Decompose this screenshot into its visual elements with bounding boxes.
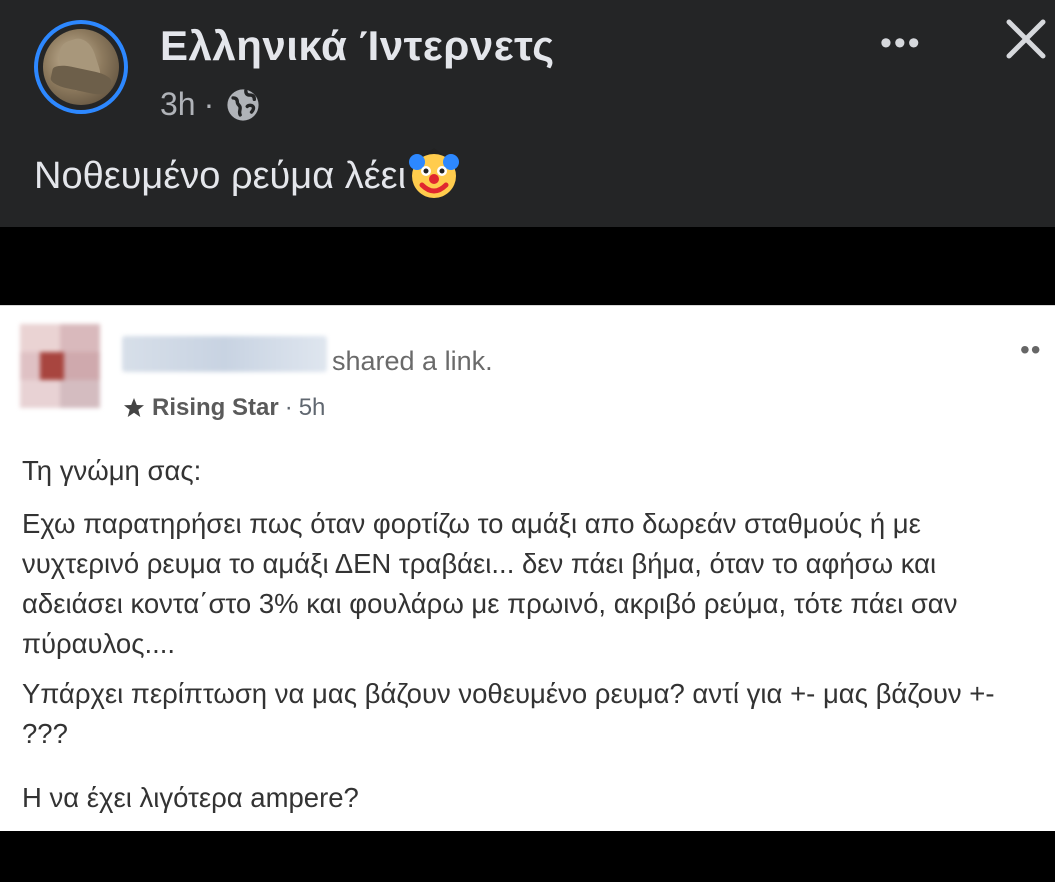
clown-face-icon bbox=[409, 148, 460, 198]
badge-separator: · bbox=[284, 394, 293, 421]
caption-text: Νοθευμένο ρεύμα λέει bbox=[34, 154, 407, 197]
more-options-icon[interactable]: ••• bbox=[880, 24, 922, 63]
post-paragraph-ampere: Η να έχει λιγότερα ampere? bbox=[22, 782, 359, 813]
badge-row: Rising Star · 5h bbox=[122, 394, 325, 422]
globe-icon bbox=[227, 88, 259, 121]
close-icon[interactable] bbox=[1003, 16, 1049, 62]
page-name-link[interactable]: Ελληνικά Ίντερνετς bbox=[160, 22, 555, 70]
page-avatar[interactable] bbox=[34, 20, 128, 114]
star-badge-icon bbox=[124, 398, 144, 417]
post-paragraph-adulterated: Υπάρχει περίπτωση να μας βάζουν νοθευμέν… bbox=[22, 678, 995, 749]
post-caption: Νοθευμένο ρεύμα λέει bbox=[34, 148, 460, 202]
post-meta: 3h · bbox=[160, 86, 260, 123]
shared-link-text: shared a link. bbox=[332, 346, 493, 376]
post-time[interactable]: 3h bbox=[160, 86, 196, 123]
post-paragraph-observation: Εχω παρατηρήσει πως όταν φορτίζω το αμάξ… bbox=[22, 508, 958, 659]
post-paragraph-question: Τη γνώμη σας: bbox=[22, 455, 202, 486]
shared-post-screenshot: shared a link. •• Rising Star · 5h Τη γν… bbox=[0, 305, 1055, 831]
blurred-user-name bbox=[122, 336, 327, 372]
rising-star-badge: Rising Star bbox=[152, 394, 279, 421]
post-header: Ελληνικά Ίντερνετς 3h · ••• Νοθευμένο ρε… bbox=[0, 0, 1055, 227]
avatar-image bbox=[43, 29, 119, 105]
more-options-icon: •• bbox=[1020, 334, 1042, 365]
meta-separator: · bbox=[203, 86, 215, 122]
shared-post-time: 5h bbox=[298, 394, 326, 421]
blurred-avatar bbox=[20, 324, 100, 408]
